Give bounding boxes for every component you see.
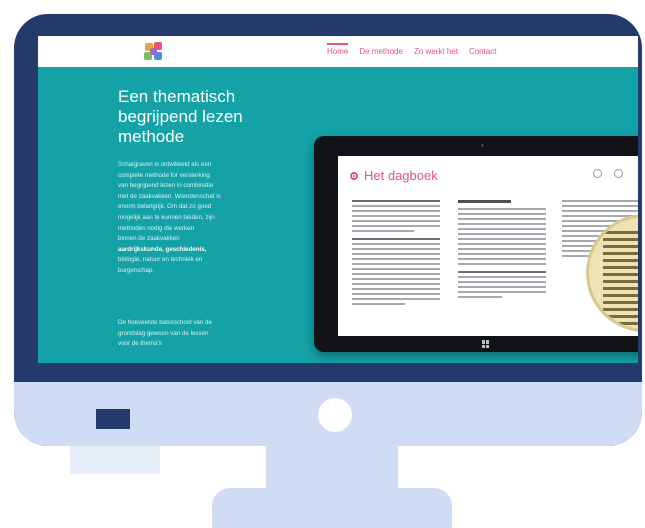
tablet-screen: Het dagboek xyxy=(338,156,638,336)
windows-logo-icon xyxy=(482,340,490,348)
hero-footnote-line: voor de thema's xyxy=(118,340,162,348)
camera-icon xyxy=(481,144,484,147)
hero-body-line: biologie, natuur en techniek en xyxy=(118,256,203,264)
hero-footnote-line: De hoeveelste basisschool van de xyxy=(118,319,212,326)
hero-footnote-line: grondslag gewoon van de lessen xyxy=(118,329,209,337)
monitor-neck xyxy=(266,446,398,494)
navbar: Home De methode Zo werkt het Contact xyxy=(38,36,638,67)
hero-body-highlight: aardrijkskunde, geschiedenis, xyxy=(118,245,207,253)
hero-body-line: mogelijk aan te kunnen bieden, zijn xyxy=(118,213,215,221)
text-column-1 xyxy=(352,200,440,324)
nav-link-contact[interactable]: Contact xyxy=(469,47,497,56)
tablet-mockup: Het dagboek xyxy=(314,136,638,352)
nav-link-de-methode[interactable]: De methode xyxy=(359,47,403,56)
text-column-2 xyxy=(458,200,546,324)
hero-body-line: binnen de zaakvakken xyxy=(118,235,180,243)
nav-link-home[interactable]: Home xyxy=(327,43,349,56)
hero-body-line: met de zaakvakken. Woordenschat is xyxy=(118,192,221,200)
book-title-text: Het dagboek xyxy=(364,168,438,183)
print-icon[interactable] xyxy=(593,169,602,178)
hero-title: Een thematisch begrijpend lezen methode xyxy=(118,87,243,146)
tablet-toolbar xyxy=(593,169,623,178)
nav-link-zo-werkt-het[interactable]: Zo werkt het xyxy=(414,47,458,56)
book-title: Het dagboek xyxy=(350,168,438,183)
decorative-tab xyxy=(96,409,130,429)
hero-body-line: methoden nodig die werken xyxy=(118,224,195,232)
monitor-screen: Home De methode Zo werkt het Contact Een… xyxy=(38,36,638,363)
record-icon xyxy=(350,171,358,180)
hero-body: Schatgraven is ontwikkeld als een comple… xyxy=(118,160,262,277)
power-button-icon xyxy=(318,398,352,432)
hero-footnote: De hoeveelste basisschool van de grondsl… xyxy=(118,318,268,350)
hero-body-line: Schatgraven is ontwikkeld als een xyxy=(118,161,212,168)
hero-body-line: burgerschap. xyxy=(118,266,155,274)
audio-icon[interactable] xyxy=(614,169,623,178)
monitor-base xyxy=(212,488,452,528)
hero-body-line: van begrijpend lezen in combinatie xyxy=(118,182,214,190)
logo-icon[interactable] xyxy=(143,41,165,63)
hero-body-line: enorm belangrijk. Om dat zo goed xyxy=(118,203,212,211)
hero-body-line: complete methode for versterking xyxy=(118,171,210,179)
nav-links: Home De methode Zo werkt het Contact xyxy=(327,43,497,56)
